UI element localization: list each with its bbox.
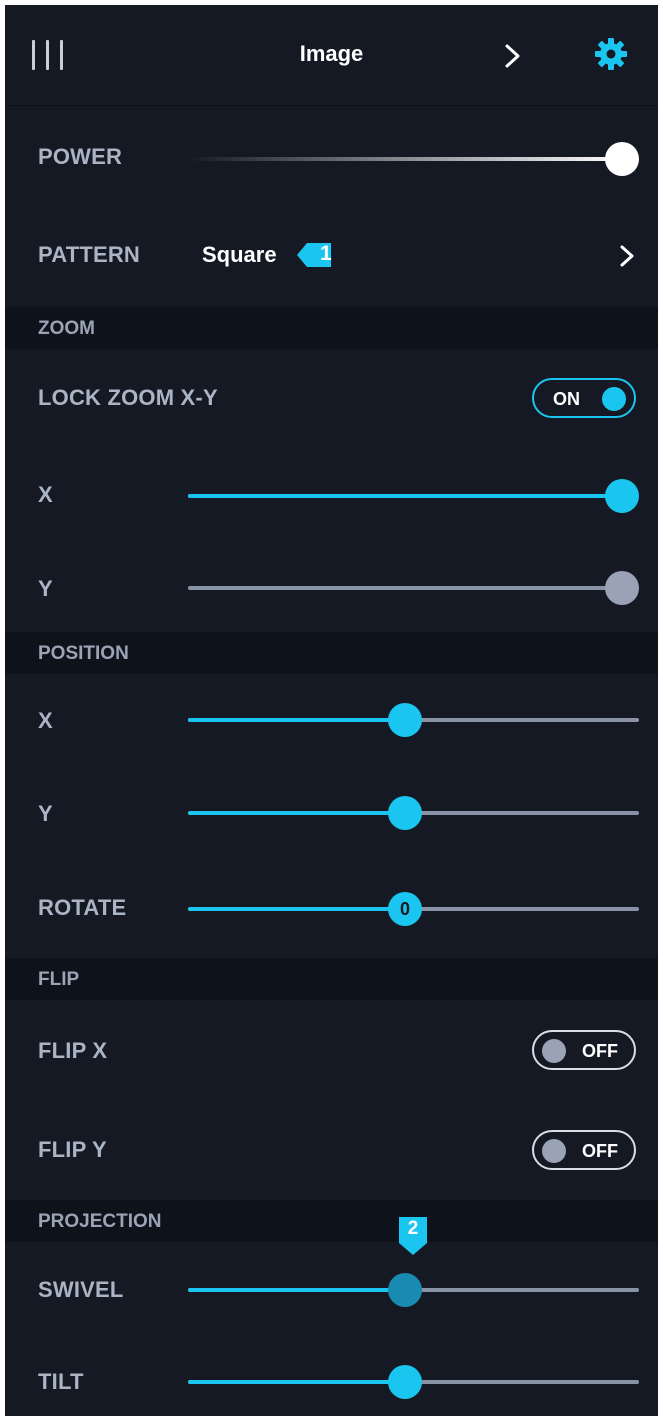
- tilt-slider-thumb[interactable]: [388, 1365, 422, 1399]
- flip-x-toggle-text: OFF: [582, 1041, 618, 1061]
- position-y-slider-thumb[interactable]: [388, 796, 422, 830]
- lock-zoom-toggle-text: ON: [553, 389, 580, 409]
- position-x-slider[interactable]: [188, 703, 639, 737]
- section-position: POSITION: [5, 632, 658, 674]
- pattern-badge-number: 1: [320, 242, 332, 265]
- gear-icon[interactable]: [593, 36, 629, 72]
- slider-fill: [188, 907, 405, 911]
- flip-y-label: FLIP Y: [38, 1137, 107, 1162]
- position-y-slider[interactable]: [188, 796, 639, 830]
- toggle-knob: [602, 387, 626, 411]
- tilt-slider[interactable]: [188, 1365, 639, 1399]
- zoom-y-slider: [188, 571, 639, 605]
- zoom-x-label: X: [38, 482, 53, 507]
- lock-zoom-toggle[interactable]: ON: [532, 378, 636, 418]
- swivel-label: SWIVEL: [38, 1277, 124, 1302]
- pattern-value: Square: [202, 242, 277, 267]
- position-x-slider-thumb[interactable]: [388, 703, 422, 737]
- flip-y-toggle[interactable]: OFF: [532, 1130, 636, 1170]
- chevron-right-icon[interactable]: [619, 244, 635, 268]
- swivel-marker-value: 2: [407, 1218, 419, 1239]
- image-settings-panel: Image POWER PATTERN Square 1 ZOOM LOCK Z…: [5, 5, 658, 1416]
- position-x-label: X: [38, 708, 53, 733]
- position-y-label: Y: [38, 801, 53, 826]
- swivel-slider-thumb[interactable]: [388, 1273, 422, 1307]
- slider-fill: [188, 1288, 405, 1292]
- top-bar: Image: [5, 5, 658, 106]
- section-flip-title: FLIP: [38, 969, 80, 990]
- section-position-title: POSITION: [38, 643, 129, 664]
- toggle-knob: [542, 1039, 566, 1063]
- section-projection-title: PROJECTION: [38, 1211, 162, 1232]
- rotate-value: 0: [399, 899, 410, 919]
- section-projection: PROJECTION: [5, 1200, 658, 1242]
- zoom-x-slider-thumb[interactable]: [605, 479, 639, 513]
- lock-zoom-label: LOCK ZOOM X-Y: [38, 385, 218, 410]
- power-slider-thumb: [605, 142, 639, 176]
- slider-fill: [188, 811, 405, 815]
- section-zoom: ZOOM: [5, 307, 658, 349]
- rotate-label: ROTATE: [38, 895, 127, 920]
- chevron-right-icon[interactable]: [503, 43, 523, 69]
- rotate-slider[interactable]: 0: [188, 892, 639, 926]
- page-title: Image: [299, 41, 364, 66]
- power-slider[interactable]: [188, 140, 648, 180]
- flip-x-label: FLIP X: [38, 1038, 108, 1063]
- flip-x-toggle[interactable]: OFF: [532, 1030, 636, 1070]
- toggle-knob: [542, 1139, 566, 1163]
- pattern-label: PATTERN: [38, 242, 141, 267]
- swivel-slider[interactable]: [188, 1273, 639, 1307]
- tilt-label: TILT: [38, 1369, 84, 1394]
- zoom-y-slider-thumb: [605, 571, 639, 605]
- slider-fill: [188, 494, 622, 498]
- rotate-slider-thumb[interactable]: 0: [388, 892, 422, 926]
- slider-fill: [188, 718, 405, 722]
- section-zoom-title: ZOOM: [38, 318, 95, 339]
- slider-fill: [188, 1380, 405, 1384]
- flip-y-toggle-text: OFF: [582, 1141, 618, 1161]
- zoom-x-slider[interactable]: [188, 479, 639, 513]
- section-flip: FLIP: [5, 958, 658, 1000]
- zoom-y-label: Y: [38, 576, 53, 601]
- power-label: POWER: [38, 144, 123, 169]
